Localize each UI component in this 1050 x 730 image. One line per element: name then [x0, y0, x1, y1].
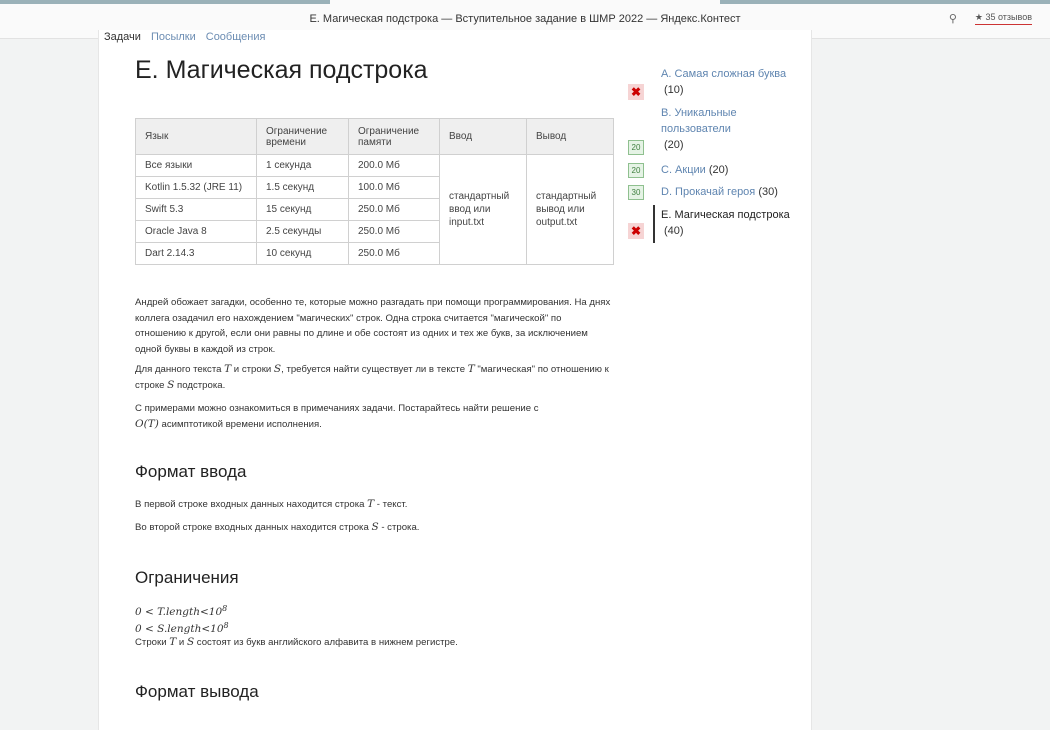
fail-icon: ✖ [628, 84, 644, 100]
text-segment: - текст. [374, 499, 408, 510]
cell-time: 1.5 секунд [256, 176, 349, 199]
header-output: Вывод [526, 118, 614, 155]
statement-paragraph-2: Для данного текста T и строки S, требует… [135, 362, 615, 393]
cell-memory: 100.0 Мб [348, 176, 440, 199]
text-segment: , требуется найти существует ли в тексте [281, 364, 468, 375]
cell-time: 15 секунд [256, 198, 349, 221]
problem-title-a: A. Самая сложная буква (10) [661, 66, 801, 98]
problem-title-d: D. Прокачай героя (30) [661, 184, 811, 200]
text-segment: подстрока. [174, 379, 226, 391]
problem-points-c: (20) [708, 164, 729, 176]
statement-paragraph-3: С примерами можно ознакомиться в примеча… [135, 401, 615, 432]
text-segment: В первой строке входных данных находится… [135, 499, 368, 510]
text-segment: Во второй строке входных данных находитс… [135, 522, 372, 533]
nav-submissions[interactable]: Посылки [151, 31, 196, 43]
statement-paragraph-1: Андрей обожает загадки, особенно те, кот… [135, 297, 611, 355]
problem-link-b[interactable]: B. Уникальные пользователи [661, 107, 737, 135]
input-line-1: В первой строке входных данных находится… [135, 497, 615, 513]
active-tab[interactable] [330, 0, 720, 4]
math-OT: O(T) [135, 417, 159, 430]
problem-link-d[interactable]: D. Прокачай героя [661, 186, 755, 198]
cell-memory: 250.0 Мб [348, 220, 440, 243]
output-format-heading: Формат вывода [135, 682, 259, 701]
table-row: Все языки 1 секунда 200.0 Мб стандартный… [135, 154, 614, 265]
text-segment: - строка. [378, 522, 420, 533]
header-language: Язык [135, 118, 257, 155]
cell-lang: Oracle Java 8 [135, 220, 257, 243]
problem-link-a[interactable]: A. Самая сложная буква [661, 68, 786, 80]
problem-points-e: (40) [664, 225, 684, 237]
text-segment: асимптотикой времени исполнения. [158, 418, 322, 430]
cell-memory: 250.0 Мб [348, 242, 440, 265]
text-segment: Строки [135, 637, 170, 649]
tab-strip-right [720, 0, 1050, 4]
constraint-exp: 8 [222, 604, 228, 613]
toolbar-right: ⚲ ★ 35 отзывов [949, 12, 1032, 25]
limits-table: Язык Ограничение времени Ограничение пам… [135, 118, 614, 265]
window-title: E. Магическая подстрока — Вступительное … [309, 13, 741, 25]
cell-memory: 200.0 Мб [348, 154, 440, 177]
header-input: Ввод [439, 118, 527, 155]
score-badge-b: 20 [628, 140, 644, 155]
cell-time: 2.5 секунды [256, 220, 349, 243]
constraints-heading: Ограничения [135, 568, 239, 587]
problem-link-e[interactable]: E. Магическая подстрока [661, 209, 790, 221]
text-segment: и строки [231, 364, 274, 375]
header-memory: Ограничение памяти [348, 118, 440, 155]
nav-tasks[interactable]: Задачи [104, 31, 141, 43]
score-badge-c: 20 [628, 163, 644, 178]
cell-lang: Все языки [135, 154, 257, 177]
fail-icon: ✖ [628, 223, 644, 239]
table-header-row: Язык Ограничение времени Ограничение пам… [135, 118, 614, 155]
problem-link-c[interactable]: C. Акции [661, 164, 706, 176]
reviews-link[interactable]: ★ 35 отзывов [974, 12, 1032, 25]
problem-points-b: (20) [664, 139, 684, 151]
constraint-s: 0 < S.length<10 [135, 623, 224, 636]
problem-title-c: C. Акции (20) [661, 162, 801, 178]
cell-input: стандартный ввод или input.txt [439, 154, 527, 265]
cell-output: стандартный вывод или output.txt [526, 154, 614, 265]
problem-points-a: (10) [664, 84, 684, 96]
contest-nav: Задачи Посылки Сообщения [104, 31, 265, 43]
cell-time: 10 секунд [256, 242, 349, 265]
cell-time: 1 секунда [256, 154, 349, 177]
input-line-2: Во второй строке входных данных находитс… [135, 520, 615, 536]
cell-lang: Swift 5.3 [135, 198, 257, 221]
problem-title-b: B. Уникальные пользователи (20) [661, 105, 751, 153]
text-segment: С примерами можно ознакомиться в примеча… [135, 403, 539, 414]
cell-lang: Kotlin 1.5.32 (JRE 11) [135, 176, 257, 199]
constraints-block: 0 < T.length<108 0 < S.length<108 Строки T… [135, 602, 615, 649]
cell-memory: 250.0 Мб [348, 198, 440, 221]
text-segment: и [176, 637, 187, 649]
header-time: Ограничение времени [256, 118, 349, 155]
score-badge-d: 30 [628, 185, 644, 200]
constraint-exp: 8 [223, 621, 229, 631]
input-format-heading: Формат ввода [135, 462, 247, 481]
problem-points-d: (30) [758, 186, 778, 198]
math-S: S [371, 521, 379, 533]
tab-strip-left [0, 0, 330, 4]
current-problem-indicator [653, 205, 655, 243]
text-segment: состоят из букв английского алфавита в н… [194, 637, 458, 649]
problem-title-e: E. Магическая подстрока (40) [661, 207, 801, 239]
constraint-t: 0 < T.length<10 [135, 606, 223, 619]
pin-icon[interactable]: ⚲ [949, 12, 957, 25]
problem-title: E. Магическая подстрока [135, 56, 428, 84]
nav-messages[interactable]: Сообщения [206, 31, 266, 43]
math-T: T [467, 363, 475, 375]
text-segment: Для данного текста [135, 364, 225, 375]
cell-lang: Dart 2.14.3 [135, 242, 257, 265]
